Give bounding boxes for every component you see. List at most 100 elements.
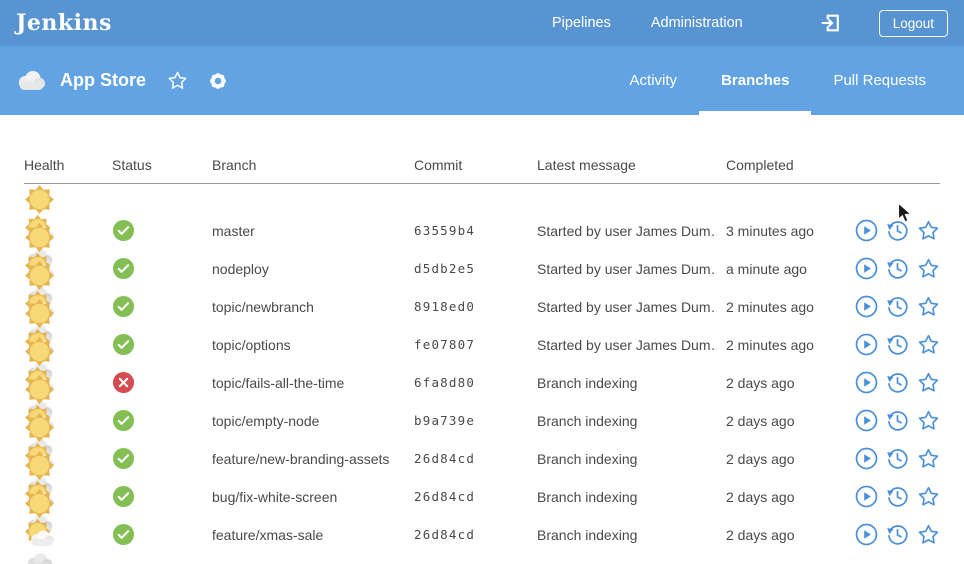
favorite-button[interactable]: [917, 485, 940, 508]
favorite-button[interactable]: [917, 257, 940, 280]
play-icon: [855, 447, 878, 470]
health-weather-icon: [24, 488, 112, 564]
history-button[interactable]: [886, 295, 909, 318]
star-outline-icon: [917, 219, 940, 242]
run-button[interactable]: [855, 523, 878, 546]
latest-message: Started by user James Dum…: [537, 299, 717, 315]
run-button[interactable]: [855, 257, 878, 280]
history-clock-icon: [886, 219, 909, 242]
tab-pull-requests[interactable]: Pull Requests: [811, 46, 948, 115]
exit-arrow-icon: [819, 12, 841, 34]
history-button[interactable]: [886, 485, 909, 508]
latest-message: Started by user James Dum…: [537, 223, 717, 239]
history-button[interactable]: [886, 371, 909, 394]
jenkins-logo[interactable]: Jenkins: [16, 10, 112, 36]
completed-time: 2 days ago: [726, 451, 844, 467]
success-check-icon: [112, 295, 135, 318]
latest-message: Started by user James Dum…: [537, 337, 717, 353]
branch-name: nodeploy: [212, 261, 414, 277]
favorite-button[interactable]: [917, 447, 940, 470]
success-check-icon: [112, 333, 135, 356]
logout-button[interactable]: Logout: [879, 10, 948, 37]
play-icon: [855, 219, 878, 242]
sunny-icon: [24, 450, 55, 481]
history-button[interactable]: [886, 333, 909, 356]
success-check-icon: [112, 409, 135, 432]
favorite-button[interactable]: [917, 295, 940, 318]
commit-hash: d5db2e5: [414, 261, 537, 276]
col-health: Health: [24, 157, 112, 173]
run-button[interactable]: [855, 295, 878, 318]
build-status-icon: [112, 485, 212, 508]
commit-hash: b9a739e: [414, 413, 537, 428]
star-outline-icon: [917, 485, 940, 508]
branch-name: feature/new-branding-assets: [212, 451, 414, 467]
commit-hash: 26d84cd: [414, 527, 537, 542]
commit-hash: 26d84cd: [414, 451, 537, 466]
favorite-pipeline-button[interactable]: [167, 70, 188, 91]
star-outline-icon: [917, 447, 940, 470]
sunny-icon: [24, 184, 55, 215]
favorite-button[interactable]: [917, 371, 940, 394]
favorite-button[interactable]: [917, 333, 940, 356]
nav-administration[interactable]: Administration: [651, 15, 743, 31]
latest-message: Branch indexing: [537, 375, 717, 391]
run-button[interactable]: [855, 333, 878, 356]
pipeline-settings-button[interactable]: [207, 70, 229, 92]
run-button[interactable]: [855, 409, 878, 432]
pipeline-identity: App Store: [16, 70, 229, 92]
play-icon: [855, 409, 878, 432]
top-header: Jenkins Pipelines Administration Logout: [0, 0, 964, 46]
col-message: Latest message: [537, 157, 726, 173]
latest-message: Branch indexing: [537, 527, 717, 543]
history-clock-icon: [886, 523, 909, 546]
history-button[interactable]: [886, 257, 909, 280]
pipeline-tabs: Activity Branches Pull Requests: [608, 46, 948, 115]
history-clock-icon: [886, 371, 909, 394]
storm-icon: [24, 550, 55, 564]
favorite-button[interactable]: [917, 409, 940, 432]
exit-button[interactable]: [819, 12, 841, 34]
completed-time: 2 minutes ago: [726, 299, 844, 315]
tab-branches[interactable]: Branches: [699, 46, 811, 115]
sunny-icon: [24, 222, 55, 253]
history-button[interactable]: [886, 523, 909, 546]
success-check-icon: [112, 219, 135, 242]
run-button[interactable]: [855, 485, 878, 508]
build-status-icon: [112, 333, 212, 356]
branch-name: topic/newbranch: [212, 299, 414, 315]
build-status-icon: [112, 257, 212, 280]
star-outline-icon: [917, 409, 940, 432]
top-nav: Pipelines Administration: [552, 15, 743, 31]
nav-pipelines[interactable]: Pipelines: [552, 15, 611, 31]
commit-hash: 6fa8d80: [414, 375, 537, 390]
run-button[interactable]: [855, 447, 878, 470]
history-clock-icon: [886, 295, 909, 318]
history-clock-icon: [886, 447, 909, 470]
play-icon: [855, 333, 878, 356]
build-status-icon: [112, 371, 212, 394]
sunny-icon: [24, 336, 55, 367]
play-icon: [855, 295, 878, 318]
commit-hash: fe07807: [414, 337, 537, 352]
commit-hash: 8918ed0: [414, 299, 537, 314]
run-button[interactable]: [855, 219, 878, 242]
favorite-button[interactable]: [917, 523, 940, 546]
history-button[interactable]: [886, 447, 909, 470]
history-button[interactable]: [886, 409, 909, 432]
latest-message: Started by user James Dum…: [537, 261, 717, 277]
sunny-icon: [24, 260, 55, 291]
branch-table-header: Health Status Branch Commit Latest messa…: [24, 157, 940, 184]
run-button[interactable]: [855, 371, 878, 394]
sunny-icon: [24, 374, 55, 405]
favorite-button[interactable]: [917, 219, 940, 242]
history-button[interactable]: [886, 219, 909, 242]
commit-hash: 26d84cd: [414, 489, 537, 504]
play-icon: [855, 257, 878, 280]
table-row[interactable]: master 63559b4 Started by user James Dum…: [24, 184, 940, 222]
completed-time: 3 minutes ago: [726, 223, 844, 239]
tab-activity[interactable]: Activity: [608, 46, 700, 115]
branch-name: feature/xmas-sale: [212, 527, 414, 543]
completed-time: 2 minutes ago: [726, 337, 844, 353]
branch-name: bug/fix-white-screen: [212, 489, 414, 505]
